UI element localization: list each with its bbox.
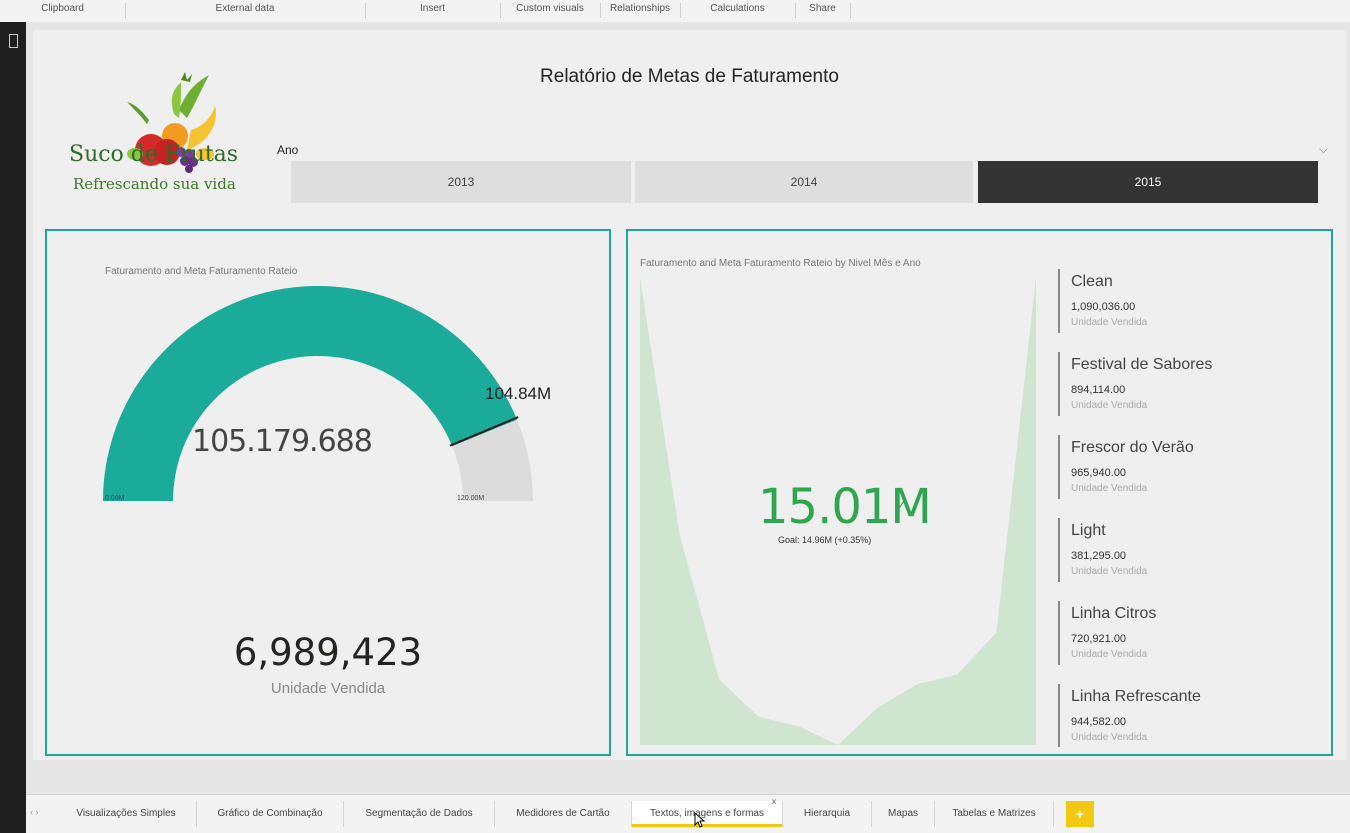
checkmark-icon: ✓ bbox=[896, 496, 908, 512]
multirow-item: Festival de Sabores 894,114.00 Unidade V… bbox=[1058, 352, 1328, 420]
multirow-item-value: 965,940.00 bbox=[1071, 467, 1127, 479]
tab-scroll-arrows-icon[interactable]: ‹ › bbox=[30, 807, 39, 817]
multirow-item-name: Linha Refrescante bbox=[1071, 688, 1201, 705]
ribbon-group-share[interactable]: Share bbox=[795, 3, 851, 18]
multirow-item-label: Unidade Vendida bbox=[1071, 317, 1148, 328]
ribbon-group-label: Share bbox=[809, 3, 836, 14]
multirow-item-name: Frescor do Verão bbox=[1071, 439, 1194, 456]
multirow-item-label: Unidade Vendida bbox=[1071, 566, 1148, 577]
page-tab-bar: ‹ › Visualizações Simples Gráfico de Com… bbox=[26, 794, 1350, 833]
kpi-title: Faturamento and Meta Faturamento Rateio … bbox=[640, 258, 921, 269]
ribbon-group-label: Insert bbox=[419, 3, 445, 14]
multirow-item-value: 1,090,036.00 bbox=[1071, 301, 1136, 313]
multirow-card: Clean 1,090,036.00 Unidade Vendida Festi… bbox=[1058, 269, 1328, 747]
multirow-accent-bar bbox=[1058, 269, 1060, 333]
slicer-option-2013[interactable]: 2013 bbox=[291, 161, 631, 203]
multirow-accent-bar bbox=[1058, 601, 1060, 665]
multirow-accent-bar bbox=[1058, 435, 1060, 499]
ribbon-toolbar: Clipboard External data Insert Custom vi… bbox=[0, 0, 1350, 23]
multirow-item-name: Clean bbox=[1071, 273, 1113, 290]
card-label: Unidade Vendida bbox=[270, 680, 386, 697]
logo-brand-text: Suco de Frutas bbox=[69, 142, 239, 167]
ribbon-group-clipboard[interactable]: Clipboard bbox=[0, 3, 126, 18]
mouse-cursor-icon bbox=[694, 812, 706, 828]
gauge-target-label: 104.84M bbox=[485, 384, 552, 403]
multirow-item-name: Festival de Sabores bbox=[1071, 356, 1213, 373]
year-slicer-label: Ano bbox=[277, 143, 299, 157]
tab-medidores-de-cartao[interactable]: Medidores de Cartão bbox=[495, 801, 632, 827]
slicer-option-2015[interactable]: 2015 bbox=[978, 161, 1318, 203]
ribbon-group-insert[interactable]: Insert bbox=[365, 3, 501, 18]
multirow-item: Frescor do Verão 965,940.00 Unidade Vend… bbox=[1058, 435, 1328, 503]
tab-visualizacoes-simples[interactable]: Visualizações Simples bbox=[56, 801, 197, 827]
tab-hierarquia[interactable]: Hierarquia bbox=[783, 801, 872, 827]
gauge-fill bbox=[103, 286, 518, 501]
report-page: Relatório de Metas de Faturamento Suco d… bbox=[33, 30, 1346, 760]
left-view-bar bbox=[0, 22, 26, 794]
multirow-item-label: Unidade Vendida bbox=[1071, 649, 1148, 660]
multirow-item-value: 944,582.00 bbox=[1071, 716, 1127, 728]
gauge-max-label: 120.00M bbox=[457, 495, 485, 502]
multirow-item-name: Light bbox=[1071, 522, 1106, 539]
ribbon-group-label: Calculations bbox=[710, 3, 765, 14]
multirow-item-name: Linha Citros bbox=[1071, 605, 1157, 622]
tab-grafico-de-combinacao[interactable]: Gráfico de Combinação bbox=[197, 801, 344, 827]
multirow-item-value: 720,921.00 bbox=[1071, 633, 1127, 645]
multirow-item-value: 894,114.00 bbox=[1071, 384, 1126, 396]
tab-mapas[interactable]: Mapas bbox=[872, 801, 935, 827]
kpi-multirow-visual[interactable]: Faturamento and Meta Faturamento Rateio … bbox=[626, 229, 1333, 756]
kpi-goal: Goal: 14.96M (+0.35%) bbox=[778, 535, 872, 545]
slicer-option-2014[interactable]: 2014 bbox=[635, 161, 973, 203]
gauge-min-label: 0.00M bbox=[105, 495, 125, 502]
add-page-button[interactable]: + bbox=[1066, 801, 1094, 827]
ribbon-group-custom-visuals[interactable]: Custom visuals bbox=[500, 3, 601, 18]
gauge-chart bbox=[103, 286, 533, 501]
report-view-icon[interactable] bbox=[9, 34, 18, 48]
gauge-card-visual[interactable]: Faturamento and Meta Faturamento Rateio … bbox=[45, 229, 611, 756]
gauge-value-label: 105.179.688 bbox=[192, 424, 373, 459]
chevron-down-icon[interactable]: ⌵ bbox=[1319, 142, 1328, 157]
ribbon-group-label: Relationships bbox=[609, 3, 671, 14]
multirow-item-label: Unidade Vendida bbox=[1071, 732, 1148, 743]
tab-segmentacao-de-dados[interactable]: Segmentação de Dados bbox=[344, 801, 495, 827]
ribbon-group-label: External data bbox=[215, 3, 275, 14]
tab-textos-imagens-e-formas[interactable]: Textos, imagens e formas bbox=[632, 801, 783, 827]
multirow-item-label: Unidade Vendida bbox=[1071, 400, 1148, 411]
multirow-item: Clean 1,090,036.00 Unidade Vendida bbox=[1058, 269, 1328, 337]
multirow-item-value: 381,295.00 bbox=[1071, 550, 1127, 562]
ribbon-group-relationships[interactable]: Relationships bbox=[600, 3, 681, 18]
card-value: 6,989,423 bbox=[233, 631, 423, 674]
multirow-accent-bar bbox=[1058, 684, 1060, 747]
tab-tabelas-e-matrizes[interactable]: Tabelas e Matrizes bbox=[935, 801, 1054, 827]
multirow-accent-bar bbox=[1058, 352, 1060, 416]
logo-tagline-text: Refrescando sua vida bbox=[73, 175, 236, 193]
ribbon-group-external-data[interactable]: External data bbox=[125, 3, 366, 18]
multirow-item-label: Unidade Vendida bbox=[1071, 483, 1148, 494]
multirow-item: Linha Refrescante 944,582.00 Unidade Ven… bbox=[1058, 684, 1328, 747]
ribbon-group-label: Custom visuals bbox=[516, 3, 584, 14]
multirow-accent-bar bbox=[1058, 518, 1060, 582]
multirow-item: Light 381,295.00 Unidade Vendida bbox=[1058, 518, 1328, 586]
close-tab-icon[interactable]: x bbox=[772, 797, 776, 806]
ribbon-group-label: Clipboard bbox=[41, 3, 84, 14]
multirow-item: Linha Citros 720,921.00 Unidade Vendida bbox=[1058, 601, 1328, 669]
ribbon-group-calculations[interactable]: Calculations bbox=[680, 3, 796, 18]
